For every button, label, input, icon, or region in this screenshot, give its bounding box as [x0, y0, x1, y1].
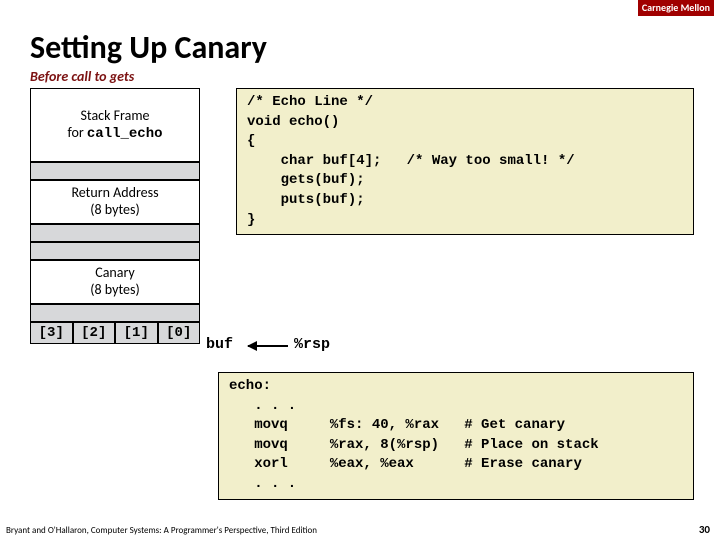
stack-cell-spacer-2	[30, 224, 200, 242]
stack-cell-frame: Stack Frame for call_echo	[30, 88, 200, 162]
stack-diagram: Stack Frame for call_echo Return Address…	[30, 88, 200, 344]
stack-cell-canary: Canary (8 bytes)	[30, 260, 200, 304]
stack-idx-3: [3]	[30, 322, 73, 344]
slide-title: Setting Up Canary	[30, 28, 267, 67]
canary-label-line2: (8 bytes)	[31, 282, 199, 299]
page-number: 30	[699, 523, 710, 536]
frame-label-func: call_echo	[87, 126, 163, 142]
stack-cell-spacer-4	[30, 304, 200, 322]
footer-citation: Bryant and O'Hallaron, Computer Systems:…	[6, 525, 317, 536]
frame-label-prefix: for	[67, 124, 86, 141]
canary-label-line1: Canary	[31, 265, 199, 282]
stack-idx-1: [1]	[115, 322, 158, 344]
brand-badge: Carnegie Mellon	[638, 0, 714, 16]
stack-index-row: [3] [2] [1] [0]	[30, 322, 200, 344]
c-code-box: /* Echo Line */ void echo() { char buf[4…	[236, 88, 694, 235]
arrow-icon	[248, 345, 288, 347]
asm-code-box: echo: . . . movq %fs: 40, %rax # Get can…	[218, 372, 694, 500]
stack-cell-return: Return Address (8 bytes)	[30, 180, 200, 224]
stack-idx-0: [0]	[158, 322, 201, 344]
return-label-line2: (8 bytes)	[31, 202, 199, 219]
stack-cell-spacer-3	[30, 242, 200, 260]
stack-idx-2: [2]	[73, 322, 116, 344]
return-label-line1: Return Address	[31, 185, 199, 202]
frame-label-line2: for call_echo	[31, 125, 199, 143]
rsp-label: %rsp	[294, 336, 330, 353]
buf-label: buf	[206, 336, 233, 353]
slide-subtitle: Before call to gets	[30, 68, 134, 85]
stack-cell-spacer-1	[30, 162, 200, 180]
frame-label-line1: Stack Frame	[31, 108, 199, 125]
